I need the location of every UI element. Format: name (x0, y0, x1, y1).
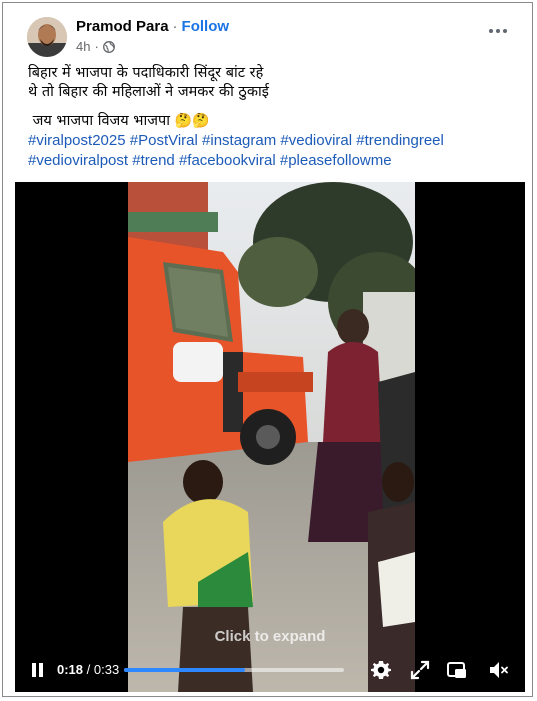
hashtag-link[interactable]: #vedioviral (280, 132, 352, 149)
time-separator: · (94, 39, 99, 54)
picture-in-picture-icon[interactable] (445, 658, 469, 682)
post-header: Pramod Para · Follow (76, 18, 229, 35)
current-time: 0:18 (57, 662, 84, 677)
hashtag-link[interactable]: #trendingreel (356, 132, 444, 149)
hashtag-link[interactable]: #vedioviralpost (28, 152, 128, 169)
separator: · (172, 18, 178, 35)
muted-speaker-icon[interactable] (487, 658, 511, 682)
progress-bar[interactable] (124, 668, 344, 672)
video-time: 0:18 / 0:33 (57, 662, 119, 677)
post-text-line: थे तो बिहार की महिलाओं ने जमकर की ठुकाई (28, 84, 269, 100)
video-controls: 0:18 / 0:33 (15, 652, 525, 688)
post-text-line: बिहार में भाजपा के पदाधिकारी सिंदूर बांट… (28, 65, 264, 81)
hashtag-link[interactable]: #pleasefollowme (280, 152, 392, 169)
time-separator: / (83, 662, 94, 677)
post-meta: 4h · (76, 39, 115, 54)
expand-hint[interactable]: Click to expand (15, 628, 525, 645)
post-time[interactable]: 4h (76, 39, 90, 54)
hashtag-link[interactable]: #viralpost2025 (28, 132, 126, 149)
post-text-slogan: जय भाजपा विजय भाजपा (32, 113, 170, 129)
pause-icon[interactable] (31, 663, 45, 677)
hashtag-link[interactable]: #PostViral (130, 132, 198, 149)
hashtag-link[interactable]: #instagram (202, 132, 276, 149)
thinking-emoji: 🤔🤔 (174, 113, 210, 129)
globe-icon[interactable] (102, 40, 115, 53)
post-text: बिहार में भाजपा के पदाधिकारी सिंदूर बांट… (28, 64, 508, 171)
gear-icon[interactable] (369, 658, 393, 682)
expand-icon[interactable] (408, 658, 432, 682)
follow-button[interactable]: Follow (182, 18, 230, 35)
more-options-icon[interactable] (486, 25, 510, 37)
avatar[interactable] (27, 17, 67, 57)
post-card: Pramod Para · Follow 4h · बिहार में भाजपा … (2, 2, 533, 697)
hashtag-link[interactable]: #facebookviral (179, 152, 276, 169)
hashtag-link[interactable]: #trend (132, 152, 175, 169)
video-frame[interactable] (128, 182, 428, 692)
hashtag-list: #viralpost2025 #PostViral #instagram #ve… (28, 131, 508, 171)
progress-fill (124, 668, 245, 672)
author-name[interactable]: Pramod Para (76, 18, 169, 35)
video-player[interactable]: Click to expand 0:18 / 0:33 (15, 182, 525, 692)
duration: 0:33 (93, 662, 120, 677)
post-text-line: जय भाजपा विजय भाजपा 🤔🤔 (28, 112, 508, 131)
